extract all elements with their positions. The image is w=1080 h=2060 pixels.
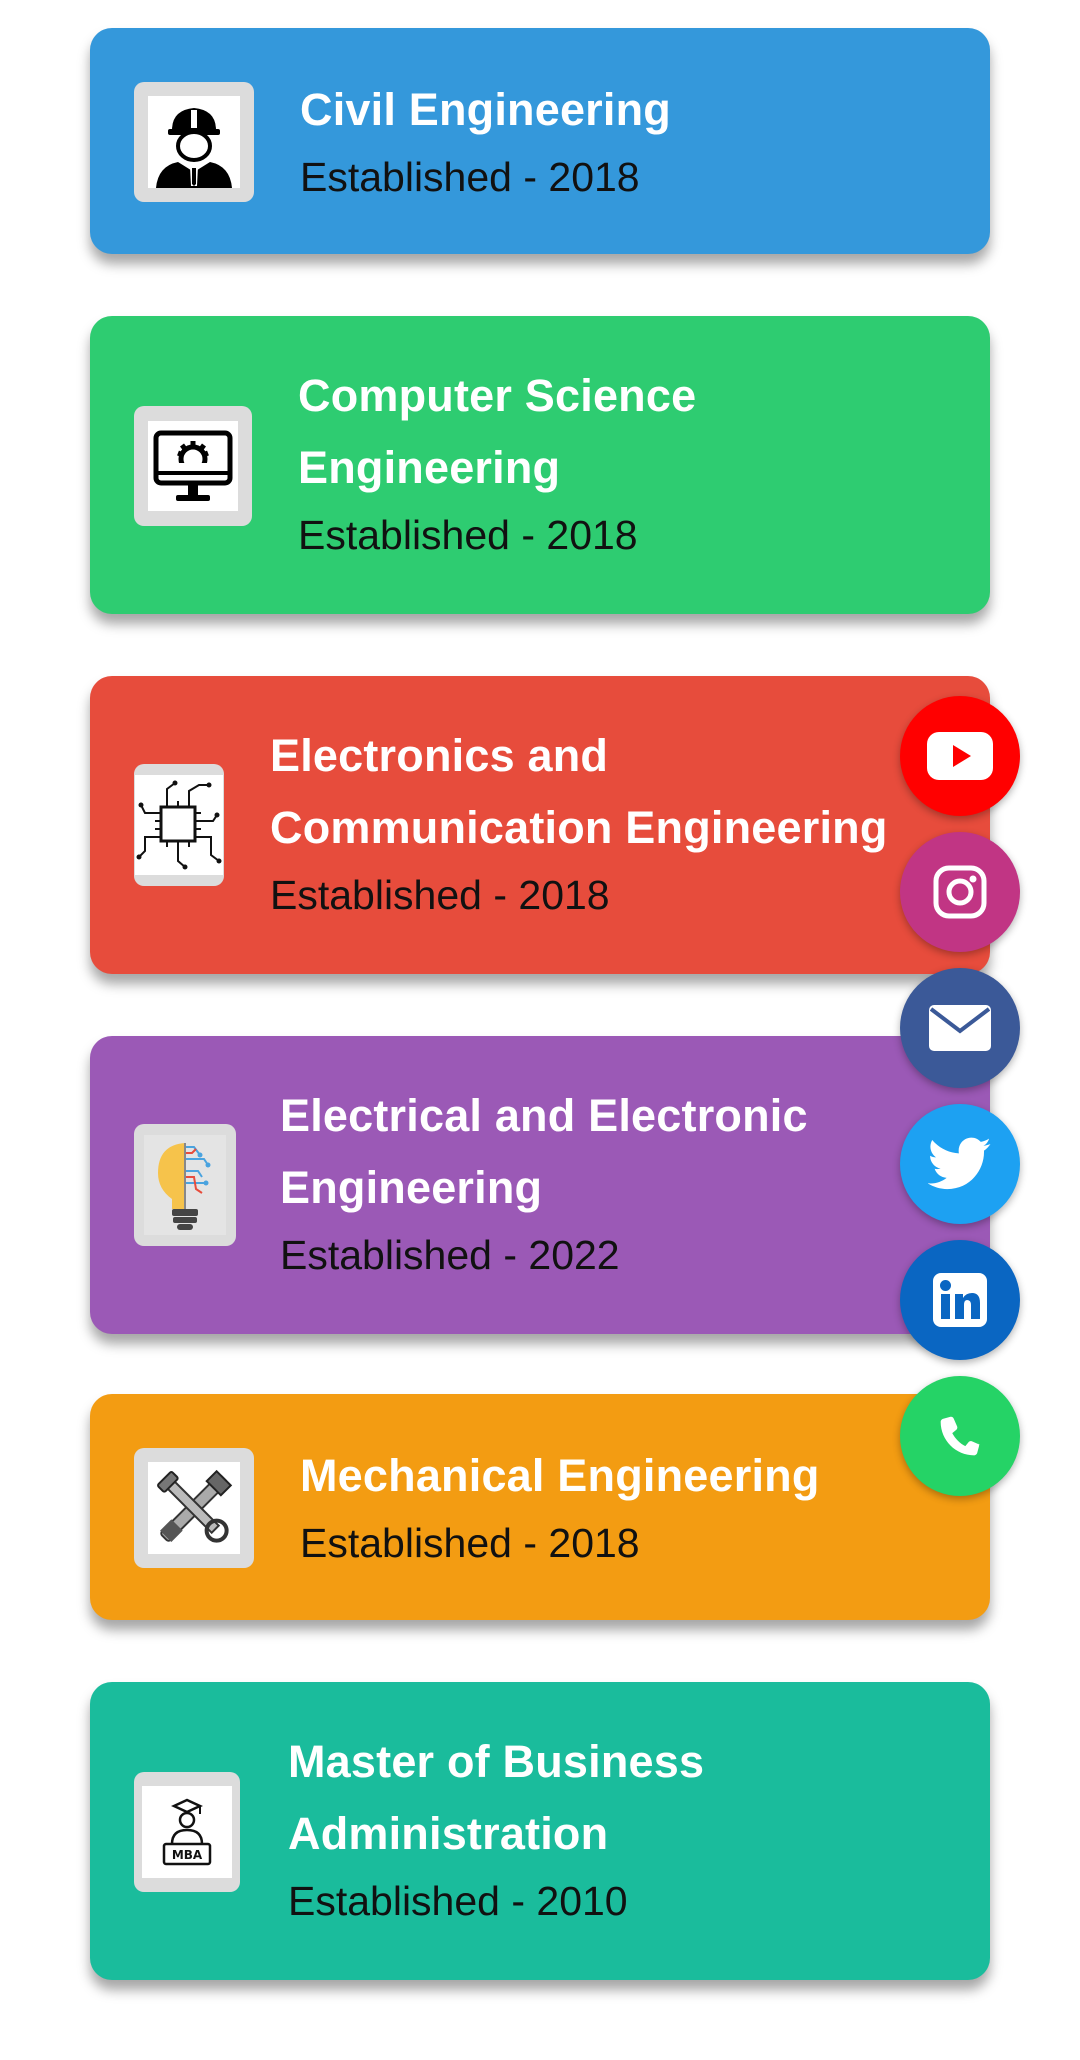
department-icon-box (134, 406, 252, 526)
mba-graduate-icon: MBA (162, 1798, 212, 1866)
department-name: Mechanical Engineering (300, 1450, 820, 1501)
department-card-civil[interactable]: Civil Engineering Established - 2018 (90, 28, 990, 254)
youtube-icon (927, 732, 993, 780)
department-name: Civil Engineering (300, 84, 671, 135)
department-name: Computer Science Engineering (298, 370, 697, 493)
linkedin-button[interactable] (900, 1240, 1020, 1360)
department-icon-box (134, 82, 254, 202)
phone-icon (940, 1416, 980, 1456)
department-name: Master of Business Administration (288, 1736, 705, 1859)
department-name: Electrical and Electronic Engineering (280, 1090, 808, 1213)
twitter-bird-icon (928, 1137, 991, 1190)
envelope-icon (929, 1005, 991, 1051)
department-icon-box: MBA (134, 1772, 240, 1892)
mba-icon-label: MBA (172, 1848, 203, 1862)
email-button[interactable] (900, 968, 1020, 1088)
instagram-icon (933, 865, 987, 919)
department-established: Established - 2018 (270, 872, 610, 918)
department-established: Established - 2018 (300, 1520, 640, 1566)
computer-monitor-gear-icon (153, 430, 233, 501)
department-icon-box (134, 764, 224, 886)
phone-button[interactable] (900, 1376, 1020, 1496)
department-established: Established - 2018 (298, 512, 638, 558)
crossed-tools-icon (157, 1469, 233, 1543)
youtube-button[interactable] (900, 696, 1020, 816)
department-established: Established - 2022 (280, 1232, 620, 1278)
department-card-mechanical[interactable]: Mechanical Engineering Established - 201… (90, 1394, 990, 1620)
department-icon-box (134, 1448, 254, 1568)
department-card-mba[interactable]: MBA Master of Business Administration Es… (90, 1682, 990, 1980)
twitter-button[interactable] (900, 1104, 1020, 1224)
department-icon-box (134, 1124, 236, 1246)
microchip-circuit-icon (136, 780, 222, 870)
department-established: Established - 2010 (288, 1878, 628, 1924)
department-name: Electronics and Communication Engineerin… (270, 730, 888, 853)
engineer-helmet-icon (156, 108, 232, 188)
lightbulb-circuit-icon (158, 1143, 211, 1230)
department-card-electrical-electronic[interactable]: Electrical and Electronic Engineering Es… (90, 1036, 990, 1334)
department-card-electronics-communication[interactable]: Electronics and Communication Engineerin… (90, 676, 990, 974)
department-card-computer-science[interactable]: Computer Science Engineering Established… (90, 316, 990, 614)
linkedin-icon (933, 1273, 987, 1327)
department-established: Established - 2018 (300, 154, 640, 200)
instagram-button[interactable] (900, 832, 1020, 952)
